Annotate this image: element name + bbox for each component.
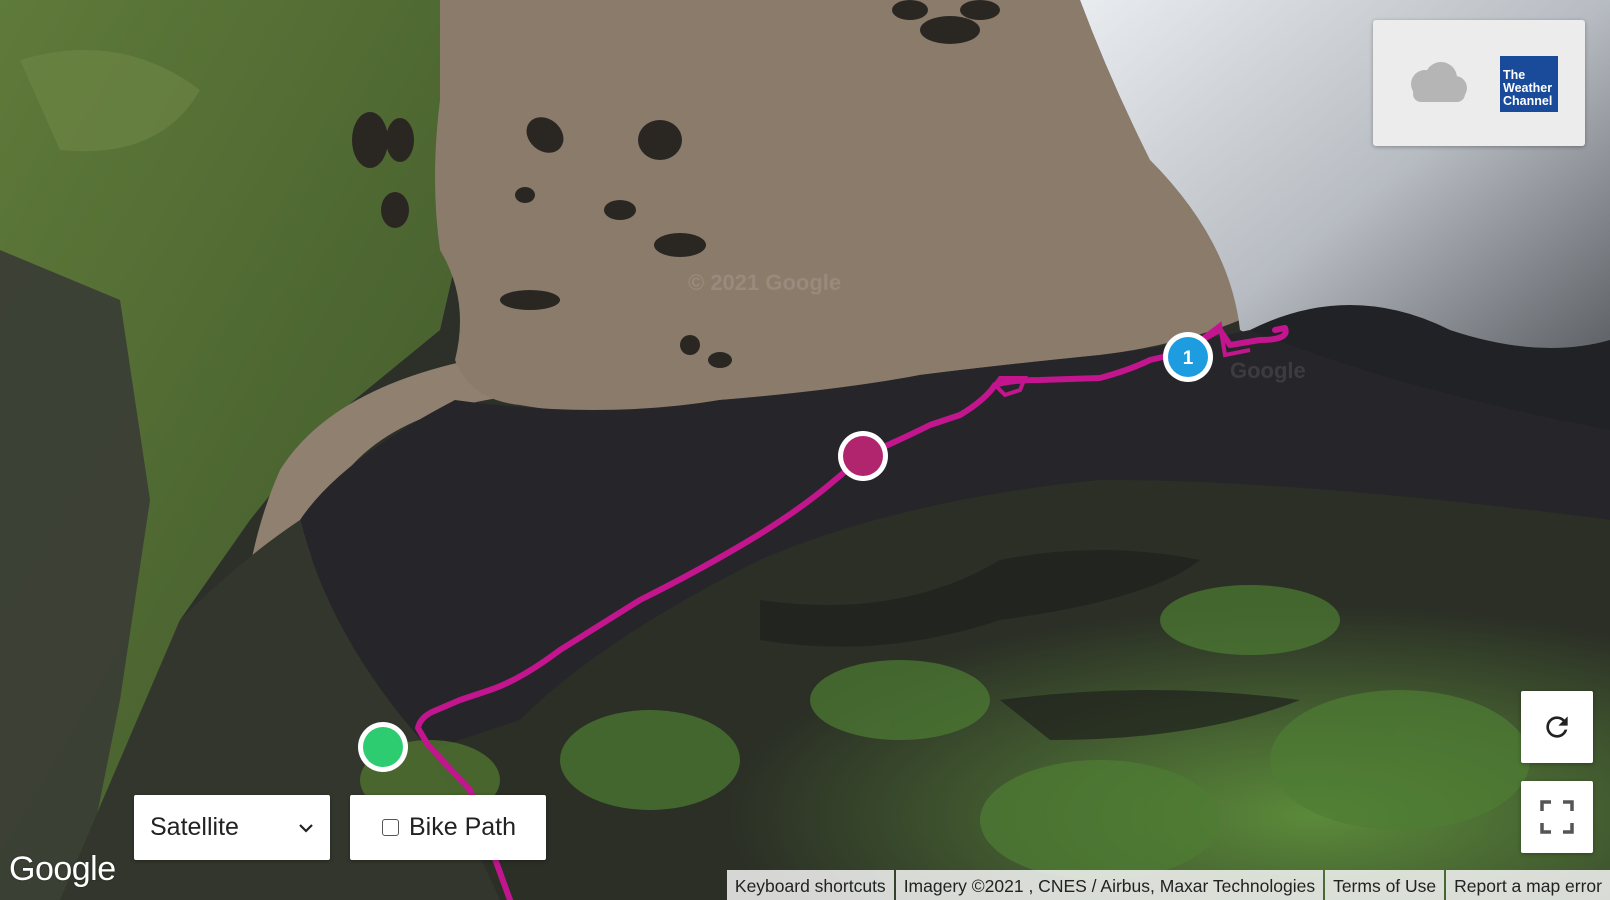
terms-of-use-link[interactable]: Terms of Use — [1325, 870, 1445, 900]
weather-widget[interactable]: The Weather Channel — [1373, 20, 1585, 146]
waypoint-marker[interactable]: 1 — [1163, 332, 1213, 382]
fullscreen-icon — [1540, 800, 1574, 834]
map-watermark-right: Google — [1230, 358, 1306, 383]
reload-icon — [1546, 716, 1568, 738]
satellite-map[interactable] — [0, 0, 1610, 900]
keyboard-shortcuts-link[interactable]: Keyboard shortcuts — [726, 870, 894, 900]
bike-path-checkbox[interactable] — [382, 819, 399, 836]
chevron-down-icon — [299, 823, 313, 833]
attribution-bar: Keyboard shortcuts Imagery ©2021 , CNES … — [725, 870, 1610, 900]
midpoint-marker[interactable] — [838, 431, 888, 481]
google-logo[interactable]: Google — [9, 850, 116, 889]
weather-channel-logo[interactable]: The Weather Channel — [1500, 56, 1558, 112]
imagery-attribution: Imagery ©2021 , CNES / Airbus, Maxar Tec… — [895, 870, 1324, 900]
fullscreen-button[interactable] — [1521, 781, 1593, 853]
waypoint-marker-label: 1 — [1183, 348, 1194, 369]
cloud-icon — [1411, 62, 1467, 102]
bike-path-label: Bike Path — [409, 813, 517, 841]
logo-line-3: Channel — [1503, 94, 1553, 108]
map-type-select[interactable]: Satellite — [134, 795, 330, 860]
map-type-value: Satellite — [150, 813, 239, 841]
reload-button[interactable] — [1521, 691, 1593, 763]
bike-path-toggle[interactable]: Bike Path — [350, 795, 546, 860]
map-watermark: © 2021 Google — [688, 270, 842, 295]
report-map-error-link[interactable]: Report a map error — [1446, 870, 1610, 900]
start-marker[interactable] — [358, 722, 408, 772]
